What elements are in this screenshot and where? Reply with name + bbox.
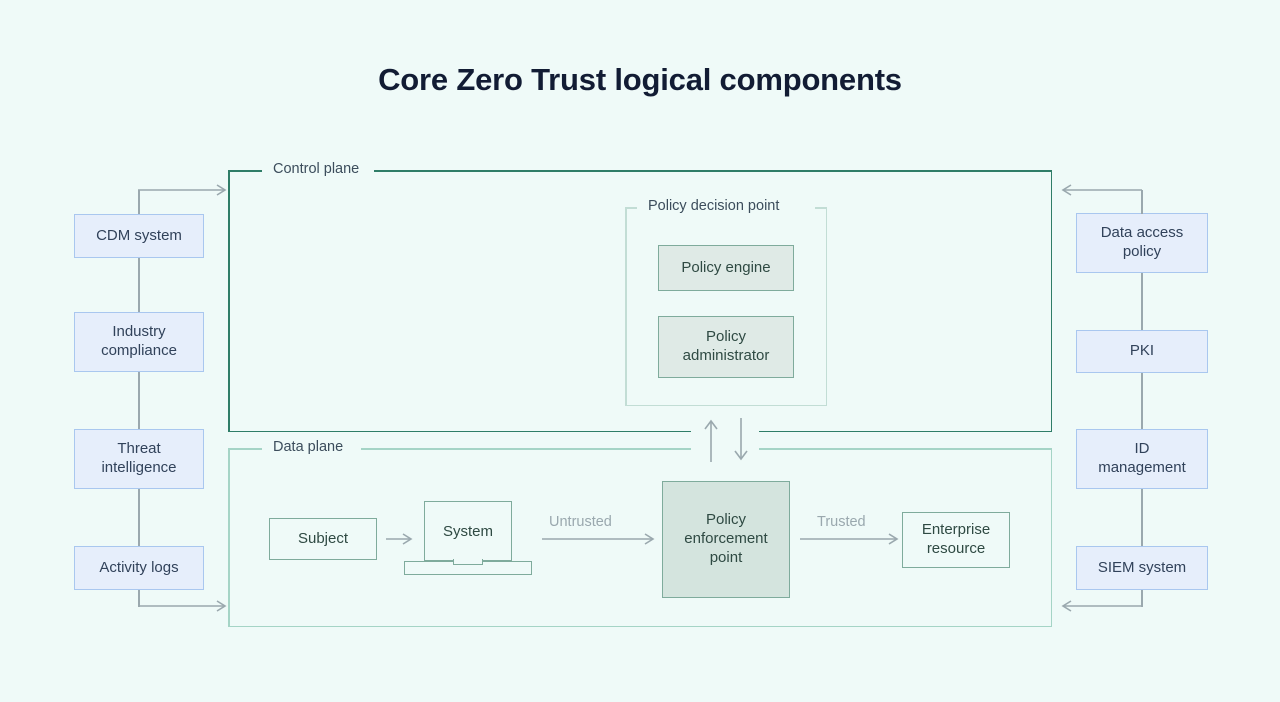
right-item-label: SIEM system bbox=[1097, 558, 1187, 576]
page-title: Core Zero Trust logical components bbox=[378, 62, 902, 97]
subject-box[interactable]: Subject bbox=[269, 518, 377, 560]
control-plane-border-top-left bbox=[228, 170, 262, 172]
right-bottom-arrow-into-data-plane bbox=[1061, 600, 1142, 612]
left-item-cdm-system[interactable]: CDM system bbox=[74, 214, 204, 258]
enterprise-resource-box[interactable]: Enterprise resource bbox=[902, 512, 1010, 568]
right-connector-spine-3 bbox=[1141, 489, 1143, 546]
left-connector-spine-2 bbox=[138, 372, 140, 429]
left-bottom-arrow-into-data-plane bbox=[138, 600, 227, 612]
system-screen: System bbox=[424, 501, 512, 561]
trusted-flow-label: Trusted bbox=[817, 514, 866, 530]
right-item-siem-system[interactable]: SIEM system bbox=[1076, 546, 1208, 590]
right-item-id-management[interactable]: ID management bbox=[1076, 429, 1208, 489]
data-plane-border-right bbox=[1050, 448, 1052, 627]
left-item-industry-compliance[interactable]: Industry compliance bbox=[74, 312, 204, 372]
policy-engine-box[interactable]: Policy engine bbox=[658, 245, 794, 291]
left-connector-spine-1 bbox=[138, 258, 140, 312]
policy-enforcement-point-label: Policy enforcement point bbox=[684, 511, 768, 566]
subject-label: Subject bbox=[297, 529, 349, 547]
right-connector-spine-2 bbox=[1141, 373, 1143, 429]
enterprise-resource-label: Enterprise resource bbox=[921, 521, 991, 557]
right-item-data-access-policy[interactable]: Data access policy bbox=[1076, 213, 1208, 273]
right-item-pki[interactable]: PKI bbox=[1076, 330, 1208, 373]
untrusted-flow-label: Untrusted bbox=[549, 514, 612, 530]
policy-engine-label: Policy engine bbox=[681, 258, 771, 276]
left-item-label: Industry compliance bbox=[101, 323, 177, 359]
data-plane-border-bottom bbox=[228, 625, 1052, 627]
right-item-label: ID management bbox=[1098, 440, 1186, 476]
left-item-label: CDM system bbox=[96, 226, 182, 244]
left-item-label: Activity logs bbox=[99, 558, 179, 576]
left-item-threat-intelligence[interactable]: Threat intelligence bbox=[74, 429, 204, 489]
control-plane-border-left bbox=[228, 170, 230, 432]
pdp-border-left bbox=[625, 207, 627, 406]
right-connector-spine-1 bbox=[1141, 273, 1143, 330]
control-to-data-up-arrow bbox=[704, 419, 718, 462]
untrusted-arrow bbox=[542, 533, 655, 545]
right-top-arrow-into-control-plane bbox=[1061, 184, 1142, 196]
left-item-label: Threat intelligence bbox=[101, 440, 177, 476]
system-label: System bbox=[442, 522, 493, 540]
data-plane-border-top-right-b bbox=[759, 448, 1052, 450]
trusted-arrow bbox=[800, 533, 899, 545]
diagram-canvas: Core Zero Trust logical components Contr… bbox=[0, 0, 1280, 702]
right-item-label: PKI bbox=[1129, 342, 1155, 360]
policy-enforcement-point-box[interactable]: Policy enforcement point bbox=[662, 481, 790, 598]
policy-administrator-box[interactable]: Policy administrator bbox=[658, 316, 794, 378]
control-plane-border-bottom-left bbox=[228, 430, 691, 432]
control-to-data-down-arrow bbox=[734, 418, 748, 461]
system-node[interactable]: System bbox=[404, 501, 532, 575]
pdp-border-bottom bbox=[625, 404, 827, 406]
control-plane-border-top-right bbox=[374, 170, 1052, 172]
control-plane-border-right bbox=[1050, 170, 1052, 432]
pdp-border-top-left bbox=[625, 207, 637, 209]
system-notch bbox=[453, 559, 483, 565]
left-top-arrow-into-control-plane bbox=[138, 184, 227, 196]
data-plane-border-top-left bbox=[228, 448, 262, 450]
pdp-border-right bbox=[825, 207, 827, 406]
data-plane-border-top-right-a bbox=[361, 448, 691, 450]
policy-decision-point-label: Policy decision point bbox=[639, 199, 789, 214]
control-plane-border-bottom-right bbox=[759, 430, 1052, 432]
control-plane-label: Control plane bbox=[264, 162, 369, 177]
left-item-activity-logs[interactable]: Activity logs bbox=[74, 546, 204, 590]
policy-administrator-label: Policy administrator bbox=[682, 328, 770, 364]
right-item-label: Data access policy bbox=[1100, 224, 1184, 260]
left-connector-spine-3 bbox=[138, 489, 140, 546]
data-plane-label: Data plane bbox=[264, 440, 353, 455]
